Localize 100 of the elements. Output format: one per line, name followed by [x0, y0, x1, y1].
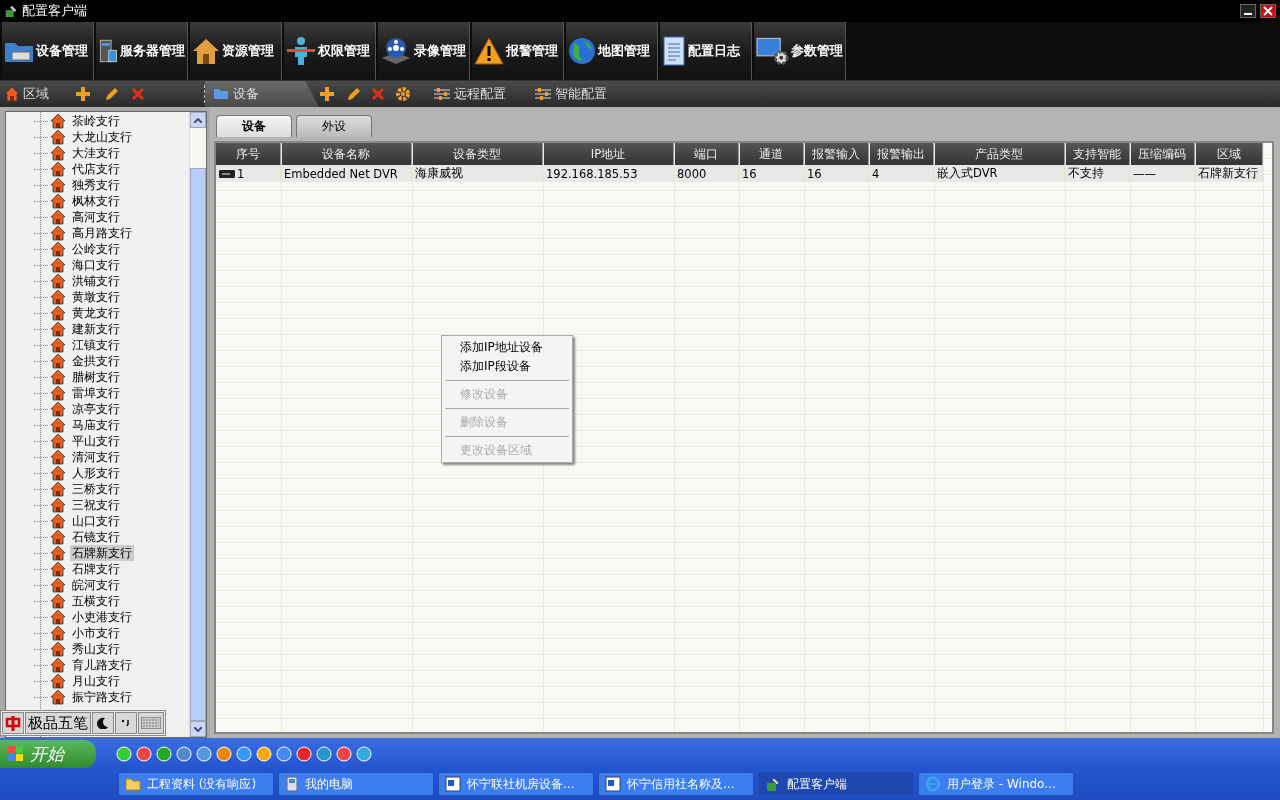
tree-item[interactable]: 黄墩支行 [70, 289, 122, 305]
toolbar-button[interactable]: 报警管理 [472, 22, 564, 80]
taskbar-button[interactable]: 用户登录 - Windo... [918, 772, 1074, 796]
tree-item[interactable]: 凉亭支行 [70, 401, 122, 417]
toolbar-button[interactable]: 录像管理 [378, 22, 470, 80]
toolbar-button[interactable]: 配置日志 [660, 22, 752, 80]
menu-item[interactable]: 添加IP地址设备 [444, 338, 570, 357]
ime-logo-icon[interactable] [2, 712, 24, 734]
punctuation-icon[interactable] [115, 712, 137, 734]
toolbar-button[interactable]: 权限管理 [284, 22, 376, 80]
column-header[interactable]: IP地址 [542, 143, 674, 165]
column-header[interactable]: 设备名称 [280, 143, 412, 165]
tree-item[interactable]: 石镜支行 [70, 529, 122, 545]
column-header[interactable]: 报警输入 [803, 143, 869, 165]
tree-item[interactable]: 金拱支行 [70, 353, 122, 369]
toolbar-button[interactable]: 参数管理 [754, 22, 846, 80]
house-icon [50, 673, 66, 689]
add-icon[interactable] [319, 86, 335, 102]
toolbar-button[interactable]: 设备管理 [2, 22, 94, 80]
tree-item[interactable]: 大龙山支行 [70, 129, 134, 145]
tree-item[interactable]: 枫林支行 [70, 193, 122, 209]
toolbar-button[interactable]: 远程配置 [427, 84, 512, 104]
tree-item[interactable]: 洪铺支行 [70, 273, 122, 289]
edit-icon[interactable] [345, 86, 361, 102]
tree-item[interactable]: 山口支行 [70, 513, 122, 529]
tree-item[interactable]: 月山支行 [70, 673, 122, 689]
scroll-up-button[interactable] [190, 112, 206, 128]
tree-item[interactable]: 马庙支行 [70, 417, 122, 433]
tree-item[interactable]: 石牌支行 [70, 561, 122, 577]
moon-icon[interactable] [92, 712, 114, 734]
tab[interactable]: 外设 [296, 115, 372, 137]
tree-item[interactable]: 腊树支行 [70, 369, 122, 385]
tree-item[interactable]: 独秀支行 [70, 177, 122, 193]
launcher-icon[interactable] [116, 746, 132, 762]
tree-item[interactable]: 黄龙支行 [70, 305, 122, 321]
tree-item[interactable]: 公岭支行 [70, 241, 122, 257]
delete-icon[interactable] [131, 87, 145, 101]
tree-item[interactable]: 皖河支行 [70, 577, 122, 593]
tree-item[interactable]: 秀山支行 [70, 641, 122, 657]
launcher-icon[interactable] [216, 746, 232, 762]
tree-item[interactable]: 平山支行 [70, 433, 122, 449]
taskbar-button[interactable]: 我的电脑 [278, 772, 434, 796]
launcher-icon[interactable] [156, 746, 172, 762]
delete-icon[interactable] [371, 87, 385, 101]
taskbar-button[interactable]: 配置客户端 [758, 772, 914, 796]
tree-item[interactable]: 石牌新支行 [70, 545, 134, 561]
toolbar-button[interactable]: 资源管理 [190, 22, 282, 80]
scroll-down-button[interactable] [190, 721, 206, 737]
toolbar-button[interactable]: 服务器管理 [96, 22, 188, 80]
launcher-icon[interactable] [296, 746, 312, 762]
tree-item[interactable]: 五横支行 [70, 593, 122, 609]
tree-item[interactable]: 三祝支行 [70, 497, 122, 513]
column-header[interactable]: 端口 [673, 143, 739, 165]
tree-item[interactable]: 江镇支行 [70, 337, 122, 353]
tree-item[interactable]: 振宁路支行 [70, 689, 134, 705]
tree-item[interactable]: 小市支行 [70, 625, 122, 641]
tree-item[interactable]: 大洼支行 [70, 145, 122, 161]
taskbar-button[interactable]: 工程资料 (没有响应) [118, 772, 274, 796]
add-icon[interactable] [75, 86, 91, 102]
tree-item[interactable]: 人形支行 [70, 465, 122, 481]
tab[interactable]: 设备 [216, 115, 292, 137]
tree-item[interactable]: 海口支行 [70, 257, 122, 273]
toolbar-button[interactable]: 智能配置 [528, 84, 613, 104]
minimize-button[interactable] [1240, 4, 1256, 18]
column-header[interactable]: 设备类型 [411, 143, 543, 165]
tree-item[interactable]: 代店支行 [70, 161, 122, 177]
taskbar-button[interactable]: 怀宁信用社名称及... [598, 772, 754, 796]
launcher-icon[interactable] [236, 746, 252, 762]
tree-item[interactable]: 小吏港支行 [70, 609, 134, 625]
tree-item[interactable]: 三桥支行 [70, 481, 122, 497]
column-header[interactable]: 压缩编码 [1129, 143, 1195, 165]
column-header[interactable]: 支持智能 [1064, 143, 1130, 165]
column-header[interactable]: 产品类型 [933, 143, 1065, 165]
edit-icon[interactable] [103, 86, 119, 102]
menu-item[interactable]: 添加IP段设备 [444, 357, 570, 376]
launcher-icon[interactable] [176, 746, 192, 762]
tree-item[interactable]: 茶岭支行 [70, 113, 122, 129]
column-header[interactable]: 区域 [1194, 143, 1263, 165]
launcher-icon[interactable] [276, 746, 292, 762]
close-button[interactable] [1260, 4, 1276, 18]
launcher-icon[interactable] [196, 746, 212, 762]
launcher-icon[interactable] [336, 746, 352, 762]
tree-item[interactable]: 清河支行 [70, 449, 122, 465]
launcher-icon[interactable] [256, 746, 272, 762]
launcher-icon[interactable] [316, 746, 332, 762]
tree-item[interactable]: 高月路支行 [70, 225, 134, 241]
column-header[interactable]: 通道 [738, 143, 804, 165]
ime-mode-button[interactable]: 极品五笔 [25, 712, 91, 734]
launcher-icon[interactable] [136, 746, 152, 762]
column-header[interactable]: 报警输出 [868, 143, 934, 165]
tree-item[interactable]: 建新支行 [70, 321, 122, 337]
toolbar-button[interactable]: 地图管理 [566, 22, 658, 80]
tree-item[interactable]: 育儿路支行 [70, 657, 134, 673]
column-header[interactable]: 序号 [216, 143, 281, 165]
scrollbar-thumb[interactable] [190, 168, 206, 721]
settings-icon[interactable] [395, 86, 411, 102]
launcher-icon[interactable] [356, 746, 372, 762]
taskbar-button[interactable]: 怀宁联社机房设备... [438, 772, 594, 796]
tree-item[interactable]: 雷埠支行 [70, 385, 122, 401]
tree-item[interactable]: 高河支行 [70, 209, 122, 225]
